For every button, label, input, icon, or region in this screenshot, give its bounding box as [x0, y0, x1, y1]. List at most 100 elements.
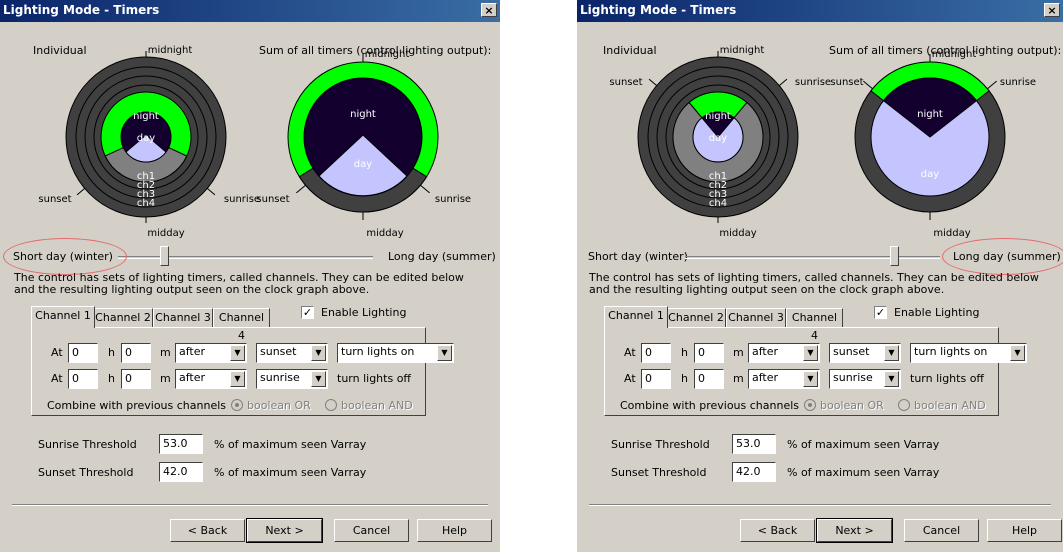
hour-input[interactable]: 0 — [68, 343, 98, 363]
sunset-label: sunset — [38, 194, 71, 205]
sunset-threshold-input[interactable]: 42.0 — [159, 462, 203, 482]
night-label: night — [350, 109, 376, 120]
boolean-and-radio[interactable] — [898, 399, 910, 411]
hour-unit-label: h — [681, 372, 688, 385]
tab-channel-4[interactable]: Channel 4 — [213, 308, 270, 342]
at-label: At — [51, 346, 63, 359]
slider-left-label: Short day (winter) — [588, 250, 688, 263]
minute-input[interactable]: 0 — [694, 369, 724, 389]
hour-input[interactable]: 0 — [641, 369, 671, 389]
sunset-tick — [648, 78, 658, 86]
cancel-button[interactable]: Cancel — [904, 519, 979, 542]
chevron-down-icon[interactable]: ▼ — [230, 345, 245, 361]
when-select[interactable]: after ▼ — [175, 343, 247, 363]
minute-input[interactable]: 0 — [121, 343, 151, 363]
midnight-label: midnight — [365, 49, 410, 60]
chevron-down-icon[interactable]: ▼ — [884, 345, 899, 361]
close-icon[interactable]: × — [481, 3, 497, 17]
chevron-down-icon[interactable]: ▼ — [230, 371, 245, 387]
boolean-and-radio[interactable] — [325, 399, 337, 411]
action-select[interactable]: turn lights on ▼ — [337, 343, 454, 363]
chevron-down-icon[interactable]: ▼ — [311, 345, 326, 361]
tab-channel-1[interactable]: Channel 1 — [604, 306, 668, 328]
minute-unit-label: m — [160, 372, 171, 385]
enable-lighting-checkbox[interactable]: ✓ — [874, 306, 887, 319]
window-title: Lighting Mode - Timers — [3, 3, 160, 17]
sunset-tick — [296, 184, 306, 194]
midday-label: midday — [366, 228, 403, 239]
next-button[interactable]: Next > — [816, 518, 893, 543]
help-button[interactable]: Help — [987, 519, 1062, 542]
sunset-threshold-unit: % of maximum seen Varray — [787, 466, 940, 479]
tab-channel-2[interactable]: Channel 2 — [93, 308, 153, 328]
when-select-value: after — [179, 371, 206, 384]
description-text: The control has sets of lighting timers,… — [589, 271, 1039, 296]
enable-lighting-checkbox[interactable]: ✓ — [301, 306, 314, 319]
help-button[interactable]: Help — [417, 519, 492, 542]
ch4-label: ch4 — [709, 198, 727, 209]
action-select[interactable]: turn lights on ▼ — [910, 343, 1027, 363]
chevron-down-icon[interactable]: ▼ — [311, 371, 326, 387]
highlight-annotation — [3, 238, 127, 275]
minute-input[interactable]: 0 — [121, 369, 151, 389]
boolean-or-radio[interactable] — [231, 399, 243, 411]
tab-channel-4[interactable]: Channel 4 — [786, 308, 843, 342]
when-select[interactable]: after ▼ — [748, 369, 820, 389]
midnight-label: midnight — [720, 45, 765, 56]
action-select-value: turn lights on — [341, 345, 415, 358]
minute-input[interactable]: 0 — [694, 343, 724, 363]
close-icon[interactable]: × — [1044, 3, 1060, 17]
chevron-down-icon[interactable]: ▼ — [437, 345, 452, 361]
sunrise-tick — [206, 188, 216, 196]
when-select[interactable]: after ▼ — [175, 369, 247, 389]
event-select[interactable]: sunset ▼ — [829, 343, 901, 363]
day-length-slider-thumb[interactable] — [890, 246, 900, 266]
day-label: day — [354, 159, 372, 170]
day-length-slider-thumb[interactable] — [159, 246, 169, 266]
event-select[interactable]: sunrise ▼ — [829, 369, 901, 389]
sunset-threshold-label: Sunset Threshold — [611, 466, 707, 479]
sunrise-threshold-input[interactable]: 53.0 — [732, 434, 776, 454]
enable-lighting-label: Enable Lighting — [894, 306, 980, 319]
hour-input[interactable]: 0 — [68, 369, 98, 389]
event-select[interactable]: sunrise ▼ — [256, 369, 328, 389]
day-label: day — [137, 133, 155, 144]
sunset-threshold-input[interactable]: 42.0 — [732, 462, 776, 482]
title-bar: Lighting Mode - Timers × — [0, 0, 500, 22]
lighting-timers-dialog: Lighting Mode - Timers × Individual Sum … — [0, 0, 500, 552]
action-label: turn lights off — [337, 372, 411, 385]
next-button[interactable]: Next > — [246, 518, 323, 543]
sunset-tick — [863, 80, 873, 90]
hour-input[interactable]: 0 — [641, 343, 671, 363]
back-button[interactable]: < Back — [740, 519, 815, 542]
cancel-button[interactable]: Cancel — [334, 519, 409, 542]
boolean-or-radio[interactable] — [804, 399, 816, 411]
chevron-down-icon[interactable]: ▼ — [803, 345, 818, 361]
chevron-down-icon[interactable]: ▼ — [1010, 345, 1025, 361]
tab-channel-2[interactable]: Channel 2 — [666, 308, 726, 328]
chevron-down-icon[interactable]: ▼ — [884, 371, 899, 387]
tab-channel-3[interactable]: Channel 3 — [726, 308, 786, 328]
when-select-value: after — [752, 345, 779, 358]
sunset-threshold-label: Sunset Threshold — [38, 466, 134, 479]
chevron-down-icon[interactable]: ▼ — [803, 371, 818, 387]
event-select-value: sunrise — [833, 371, 873, 384]
sunrise-threshold-input[interactable]: 53.0 — [159, 434, 203, 454]
sum-clock-graph: midnight midday sunset sunrise night day — [830, 49, 1036, 239]
sunrise-tick — [987, 80, 997, 90]
midday-label: midday — [147, 228, 184, 239]
individual-clock-graph: midnightmiddaysunset sunrisenightdaych1ch… — [609, 45, 831, 239]
tab-channel-3[interactable]: Channel 3 — [153, 308, 213, 328]
combine-label: Combine with previous channels — [47, 399, 227, 412]
back-button[interactable]: < Back — [170, 519, 245, 542]
day-length-slider-track[interactable] — [118, 256, 373, 259]
event-select-value: sunrise — [260, 371, 300, 384]
sunrise-tick — [778, 78, 788, 86]
tab-channel-1[interactable]: Channel 1 — [31, 306, 95, 328]
event-select[interactable]: sunset ▼ — [256, 343, 328, 363]
sunset-tick — [76, 188, 86, 196]
when-select[interactable]: after ▼ — [748, 343, 820, 363]
day-length-slider-track[interactable] — [685, 256, 940, 259]
action-label: turn lights off — [910, 372, 984, 385]
combine-label: Combine with previous channels — [620, 399, 800, 412]
